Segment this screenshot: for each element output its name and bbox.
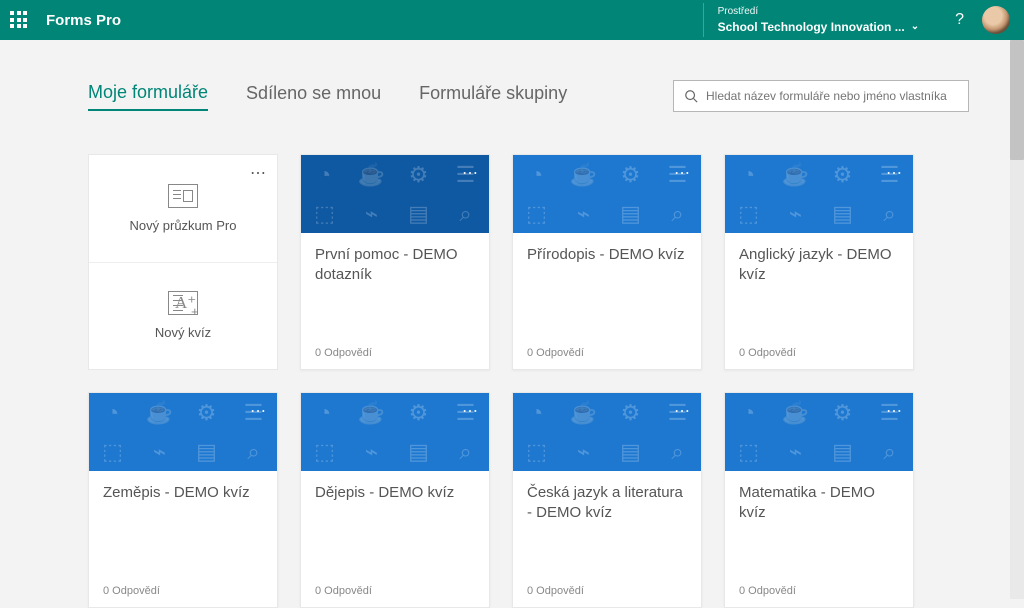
more-icon[interactable]: ⋯ (462, 163, 479, 183)
tab-shared-with-me[interactable]: Sdíleno se mnou (246, 83, 381, 110)
more-icon[interactable]: ⋯ (250, 163, 267, 183)
new-survey-button[interactable]: Nový průzkum Pro (89, 155, 277, 262)
content: Moje formuláře Sdíleno se mnou Formuláře… (0, 40, 1024, 608)
card-responses: 0 Odpovědí (527, 347, 687, 359)
app-launcher-icon[interactable] (10, 11, 28, 29)
top-bar: Forms Pro Prostředí School Technology In… (0, 0, 1024, 40)
tab-group-forms[interactable]: Formuláře skupiny (419, 83, 567, 110)
card-title: Přírodopis - DEMO kvíz (527, 245, 687, 265)
card-thumbnail: ◔☕⚙☰⬚⌁▤⌕ ⋯ (301, 393, 489, 471)
tab-my-forms[interactable]: Moje formuláře (88, 82, 208, 111)
more-icon[interactable]: ⋯ (886, 163, 903, 183)
new-survey-label: Nový průzkum Pro (130, 218, 237, 233)
chevron-down-icon: ⌄ (911, 20, 919, 34)
card-responses: 0 Odpovědí (103, 585, 263, 597)
help-button[interactable]: ? (937, 11, 982, 29)
tabs-row: Moje formuláře Sdíleno se mnou Formuláře… (88, 80, 969, 112)
card-thumbnail: ◔☕⚙☰⬚⌁▤⌕ ⋯ (725, 393, 913, 471)
form-card[interactable]: ◔☕⚙☰⬚⌁▤⌕ ⋯ Přírodopis - DEMO kvíz 0 Odpo… (512, 154, 702, 370)
new-card: ⋯ Nový průzkum Pro A⁺ + Nový kvíz (88, 154, 278, 370)
card-thumbnail: ◔☕⚙☰⬚⌁▤⌕ ⋯ (89, 393, 277, 471)
forms-grid: ⋯ Nový průzkum Pro A⁺ + Nový kvíz ◔☕⚙☰⬚⌁… (88, 154, 969, 608)
card-responses: 0 Odpovědí (739, 585, 899, 597)
more-icon[interactable]: ⋯ (674, 401, 691, 421)
card-title: Matematika - DEMO kvíz (739, 483, 899, 522)
avatar[interactable] (982, 6, 1010, 34)
search-icon (684, 89, 698, 103)
more-icon[interactable]: ⋯ (250, 401, 267, 421)
form-card[interactable]: ◔☕⚙☰⬚⌁▤⌕ ⋯ Česká jazyk a literatura - DE… (512, 392, 702, 608)
card-thumbnail: ◔☕⚙☰⬚⌁▤⌕ ⋯ (725, 155, 913, 233)
new-quiz-button[interactable]: A⁺ + Nový kvíz (89, 262, 277, 370)
environment-picker[interactable]: Prostředí School Technology Innovation .… (703, 3, 938, 38)
card-title: Česká jazyk a literatura - DEMO kvíz (527, 483, 687, 522)
card-responses: 0 Odpovědí (315, 585, 475, 597)
scrollbar[interactable] (1010, 40, 1024, 599)
card-thumbnail: ◔☕⚙☰⬚⌁▤⌕ ⋯ (513, 393, 701, 471)
form-card[interactable]: ◔☕⚙☰⬚⌁▤⌕ ⋯ Dějepis - DEMO kvíz 0 Odpověd… (300, 392, 490, 608)
app-title: Forms Pro (46, 12, 121, 29)
search-input[interactable] (706, 89, 958, 103)
more-icon[interactable]: ⋯ (462, 401, 479, 421)
environment-label: Prostředí (718, 5, 920, 19)
card-thumbnail: ◔☕⚙☰⬚⌁▤⌕ ⋯ (513, 155, 701, 233)
form-card[interactable]: ◔☕⚙☰⬚⌁▤⌕ ⋯ První pomoc - DEMO dotazník 0… (300, 154, 490, 370)
search-box[interactable] (673, 80, 969, 112)
card-responses: 0 Odpovědí (739, 347, 899, 359)
environment-name-text: School Technology Innovation ... (718, 19, 905, 36)
form-card[interactable]: ◔☕⚙☰⬚⌁▤⌕ ⋯ Matematika - DEMO kvíz 0 Odpo… (724, 392, 914, 608)
card-title: První pomoc - DEMO dotazník (315, 245, 475, 284)
more-icon[interactable]: ⋯ (886, 401, 903, 421)
more-icon[interactable]: ⋯ (674, 163, 691, 183)
scroll-thumb[interactable] (1010, 40, 1024, 160)
new-quiz-label: Nový kvíz (155, 325, 211, 340)
form-card[interactable]: ◔☕⚙☰⬚⌁▤⌕ ⋯ Anglický jazyk - DEMO kvíz 0 … (724, 154, 914, 370)
form-card[interactable]: ◔☕⚙☰⬚⌁▤⌕ ⋯ Zeměpis - DEMO kvíz 0 Odpověd… (88, 392, 278, 608)
survey-icon (168, 184, 198, 208)
card-responses: 0 Odpovědí (315, 347, 475, 359)
card-title: Dějepis - DEMO kvíz (315, 483, 475, 503)
card-title: Anglický jazyk - DEMO kvíz (739, 245, 899, 284)
search-wrap (673, 80, 969, 112)
quiz-icon: A⁺ + (168, 291, 198, 315)
card-thumbnail: ◔☕⚙☰⬚⌁▤⌕ ⋯ (301, 155, 489, 233)
card-responses: 0 Odpovědí (527, 585, 687, 597)
environment-name: School Technology Innovation ... ⌄ (718, 19, 920, 36)
card-title: Zeměpis - DEMO kvíz (103, 483, 263, 503)
